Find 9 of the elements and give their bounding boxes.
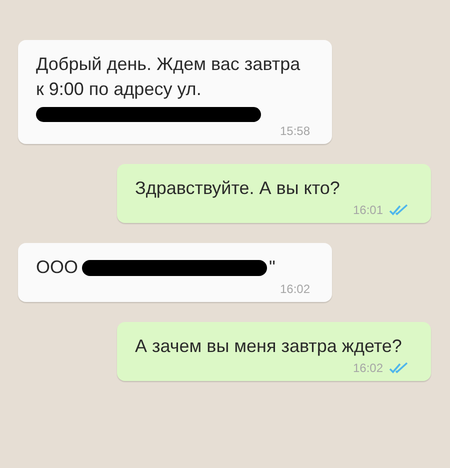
message-time: 16:02 xyxy=(280,282,310,296)
message-text: А зачем вы меня завтра ждете? xyxy=(135,336,402,356)
message-text: " xyxy=(269,257,276,277)
message-time: 16:02 xyxy=(352,361,383,375)
message-text: ООО xyxy=(36,257,78,277)
message-time: 15:58 xyxy=(280,124,310,138)
message-text: Добрый день. Ждем вас завтра к 9:00 по адресу ул. xyxy=(36,54,300,99)
message-text: Здравствуйте. А вы кто? xyxy=(135,178,340,198)
message-time: 16:01 xyxy=(352,203,383,217)
